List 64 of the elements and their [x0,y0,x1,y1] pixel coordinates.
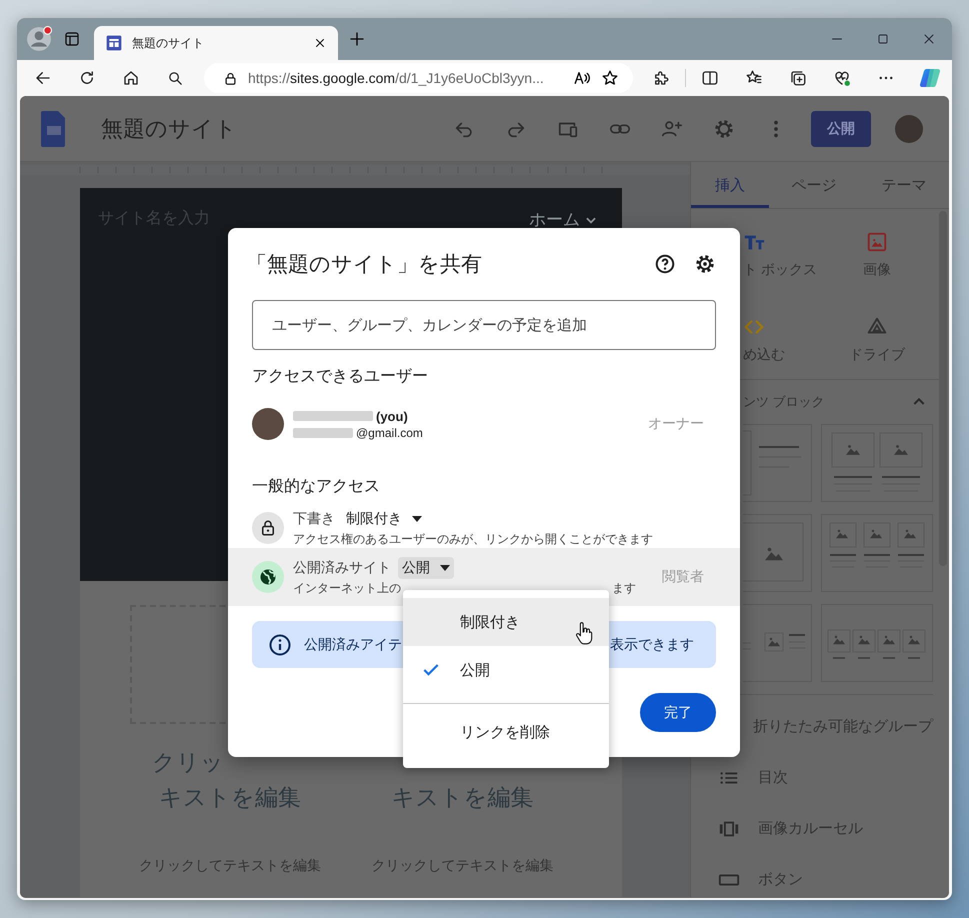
role-label: 閲覧者 [662,568,704,586]
panel-tab[interactable]: ページ [769,162,859,208]
dialog-title: 「無題のサイト」を共有 [246,252,483,278]
collections-icon[interactable] [789,69,807,87]
user-name-suffix: (you) [376,408,408,424]
star-icon[interactable] [601,69,619,87]
access-description: アクセス権のあるユーザーのみが、リンクから開くことができます [293,531,653,548]
section-heading: アクセスできるユーザー [252,367,429,387]
home-nav-link[interactable]: ホーム [529,208,598,231]
add-people-field[interactable]: ユーザー、グループ、カレンダーの予定を追加 [252,300,716,350]
heart-pulse-icon[interactable] [833,69,851,87]
section-heading: 一般的なアクセス [252,477,381,497]
close-icon[interactable] [923,33,935,45]
access-dropdown[interactable]: 制限付き [342,508,426,530]
access-description: ます [612,580,636,597]
back-icon[interactable] [34,69,52,87]
heading-text[interactable]: キストを編集 [392,780,534,815]
info-icon [268,632,292,656]
heading-text[interactable]: クリッ [152,745,224,780]
lock-icon[interactable] [223,70,238,86]
close-tab-icon[interactable] [314,37,326,49]
redacted-email [293,428,353,438]
info-text: 表示できます [610,636,694,654]
url-text: https://sites.google.com/d/1_J1y6eUoCbl3yyn... [248,70,545,86]
panel-tab[interactable]: テーマ [859,162,949,208]
panel-tab[interactable]: 挿入 [691,162,769,208]
caret-icon [412,516,422,522]
role-label: オーナー [648,415,704,433]
search-icon[interactable] [166,70,184,86]
done-button[interactable]: 完了 [640,693,716,732]
lock-badge-icon [252,512,284,544]
access-label: 下書き [293,510,335,528]
info-text: 公開済みアイテ [304,636,402,654]
maximize-icon[interactable] [877,33,889,45]
new-tab-icon[interactable] [348,30,366,48]
caret-icon [440,565,450,571]
help-icon[interactable] [654,253,676,275]
browser-tab[interactable]: 無題のサイト [94,26,338,60]
address-bar[interactable]: https://sites.google.com/d/1_J1y6eUoCbl3yyn... [204,63,633,93]
menu-option[interactable]: 公開 [403,646,609,694]
menu-option[interactable]: リンクを削除 [403,704,609,760]
settings-icon[interactable] [694,253,716,275]
globe-badge-icon [252,561,284,593]
home-icon[interactable] [122,69,140,87]
site-title[interactable]: 無題のサイト [101,114,237,144]
reload-icon[interactable] [78,69,96,87]
access-description: インターネット上の [293,580,401,597]
heading-text[interactable]: キストを編集 [159,780,301,815]
email-suffix: @gmail.com [356,426,423,440]
puzzle-icon[interactable] [652,69,670,87]
access-label: 公開済みサイト [293,559,391,577]
tab-title: 無題のサイト [132,34,205,52]
access-dropdown[interactable]: 公開 [398,557,454,579]
read-aloud-icon[interactable] [573,69,591,87]
avatar [252,408,284,440]
split-screen-icon[interactable] [701,69,719,87]
copilot-icon[interactable] [918,66,942,90]
site-icon [106,35,122,51]
menu-option[interactable]: 制限付き [403,598,609,646]
publish-button[interactable]: 公開 [811,110,871,146]
profile-icon[interactable] [26,26,52,52]
hand-cursor-icon [575,621,593,646]
tab-actions-icon[interactable] [64,31,80,47]
image-icon [866,231,888,253]
